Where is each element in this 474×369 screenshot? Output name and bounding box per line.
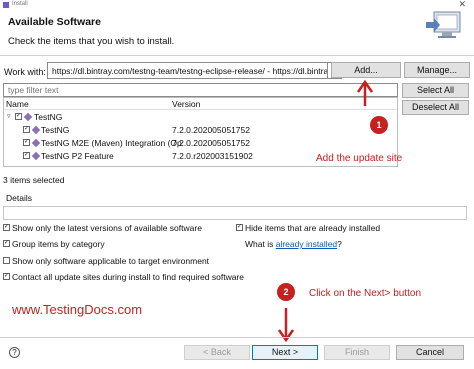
work-with-label: Work with: [4, 67, 46, 77]
feature-icon [31, 151, 41, 161]
selection-status: 3 items selected [3, 175, 65, 185]
back-button[interactable]: < Back [184, 345, 250, 360]
window-title: Install [12, 1, 28, 7]
window-titlebar: Install ✕ [0, 0, 474, 10]
watermark: www.TestingDocs.com [12, 302, 143, 317]
checkbox[interactable]: ✓ [3, 240, 10, 247]
tree-item-row[interactable]: ✓ TestNG 7.2.0.202005051752 [4, 124, 397, 136]
manage-button[interactable]: Manage... [404, 62, 470, 78]
checkbox[interactable]: ✓ [15, 113, 22, 120]
tree-group-row[interactable]: ▿ ✓ TestNG [4, 111, 397, 123]
tree-item-label: TestNG M2E (Maven) Integration (Op [41, 138, 182, 148]
tree-item-label: TestNG [34, 112, 63, 122]
annotation-step-2-text: Click on the Next> button [309, 288, 422, 299]
what-is-installed: What is already installed? [245, 239, 342, 249]
tree-item-version: 7.2.0.r202003151902 [172, 151, 253, 161]
column-name[interactable]: Name [6, 99, 29, 109]
install-wizard-icon [426, 11, 461, 38]
details-area[interactable] [3, 206, 467, 220]
tree-item-label: TestNG [41, 125, 70, 135]
checkbox[interactable] [3, 257, 10, 264]
feature-icon [31, 138, 41, 148]
tree-item-label: TestNG P2 Feature [41, 151, 114, 161]
tree-item-version: 7.2.0.202005051752 [172, 138, 250, 148]
column-version[interactable]: Version [172, 99, 200, 109]
tree-item-version: 7.2.0.202005051752 [172, 125, 250, 135]
annotation-step-1-text: Add the update site [316, 153, 403, 164]
next-button[interactable]: Next > [252, 345, 318, 360]
tree-item-row[interactable]: ✓ TestNG M2E (Maven) Integration (Op 7.2… [4, 137, 397, 149]
checkbox[interactable]: ✓ [23, 126, 30, 133]
annotation-step-1: 1 [370, 116, 388, 134]
tree-header: Name Version [4, 98, 397, 110]
feature-icon [31, 125, 41, 135]
filter-input[interactable] [3, 83, 398, 97]
select-all-button[interactable]: Select All [402, 83, 469, 98]
help-icon[interactable]: ? [9, 347, 20, 358]
already-installed-link[interactable]: already installed [276, 239, 337, 249]
page-description: Check the items that you wish to install… [8, 36, 175, 47]
finish-button[interactable]: Finish [324, 345, 390, 360]
cancel-button[interactable]: Cancel [396, 345, 464, 360]
checkbox[interactable]: ✓ [23, 152, 30, 159]
checkbox[interactable]: ✓ [3, 224, 10, 231]
checkbox[interactable]: ✓ [23, 139, 30, 146]
app-icon [3, 2, 9, 8]
page-title: Available Software [8, 16, 101, 28]
annotation-step-2: 2 [277, 283, 295, 301]
checkbox[interactable]: ✓ [3, 273, 10, 280]
work-with-combo[interactable]: https://dl.bintray.com/testng-team/testn… [47, 62, 328, 79]
add-button[interactable]: Add... [331, 62, 401, 78]
header-separator [0, 55, 474, 56]
deselect-all-button[interactable]: Deselect All [402, 100, 469, 115]
expand-icon[interactable]: ▿ [7, 112, 11, 120]
checkbox[interactable]: ✓ [236, 224, 243, 231]
details-label: Details [6, 193, 32, 203]
footer-separator [0, 337, 474, 338]
category-icon [23, 112, 33, 122]
annotation-arrow-up [356, 80, 374, 106]
